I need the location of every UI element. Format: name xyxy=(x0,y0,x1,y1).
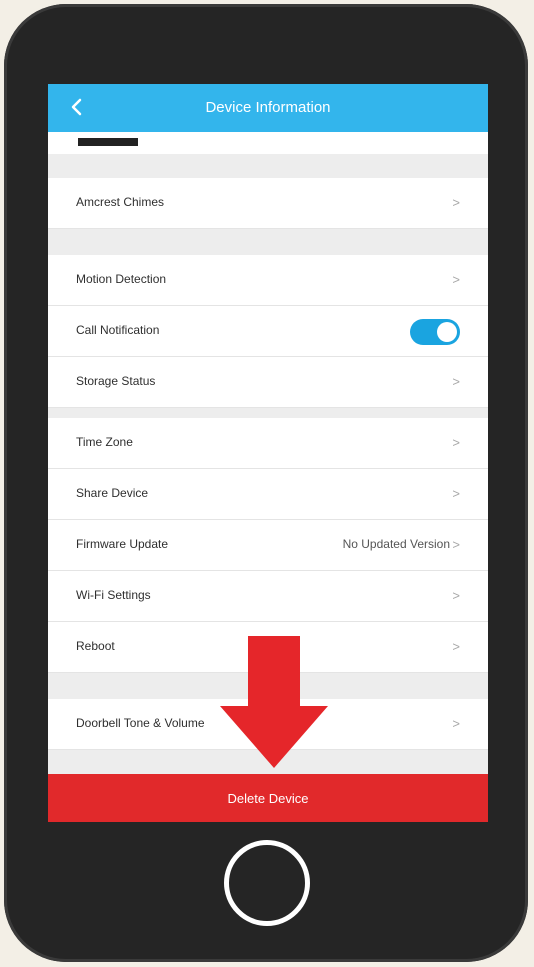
chevron-right-icon: > xyxy=(452,588,460,603)
toggle-knob xyxy=(437,322,457,342)
row-label: Storage Status xyxy=(76,374,156,388)
row-time-zone[interactable]: Time Zone > xyxy=(48,418,488,469)
chevron-right-icon: > xyxy=(452,272,460,287)
page-title: Device Information xyxy=(205,99,331,116)
top-bar: Device Information xyxy=(48,84,488,132)
row-label: Motion Detection xyxy=(76,272,167,286)
row-label: Doorbell Tone & Volume xyxy=(76,716,205,730)
chevron-right-icon: > xyxy=(452,716,460,731)
row-label: Time Zone xyxy=(76,435,133,449)
row-amcrest-chimes[interactable]: Amcrest Chimes > xyxy=(48,178,488,229)
chevron-right-icon: > xyxy=(452,435,460,450)
row-label: Wi-Fi Settings xyxy=(76,588,151,602)
delete-device-label: Delete Device xyxy=(227,791,309,806)
device-thumbnail xyxy=(78,138,138,146)
row-call-notification: Call Notification xyxy=(48,306,488,357)
down-arrow-icon xyxy=(220,636,328,768)
chevron-right-icon: > xyxy=(452,374,460,389)
chevron-right-icon: > xyxy=(452,537,460,552)
row-label: Share Device xyxy=(76,486,149,500)
chevron-right-icon: > xyxy=(452,486,460,501)
row-wifi-settings[interactable]: Wi-Fi Settings > xyxy=(48,571,488,622)
chevron-right-icon: > xyxy=(452,639,460,654)
firmware-status-value: No Updated Version xyxy=(342,537,450,551)
home-button[interactable] xyxy=(224,840,310,926)
row-label: Firmware Update xyxy=(76,537,169,551)
chevron-right-icon: > xyxy=(452,195,460,210)
row-label: Call Notification xyxy=(76,323,160,337)
device-thumbnail-row xyxy=(48,132,488,154)
row-motion-detection[interactable]: Motion Detection > xyxy=(48,255,488,306)
row-firmware-update[interactable]: Firmware Update No Updated Version > xyxy=(48,520,488,571)
section-gap xyxy=(48,154,488,178)
delete-device-button[interactable]: Delete Device xyxy=(48,774,488,822)
row-storage-status[interactable]: Storage Status > xyxy=(48,357,488,408)
section-gap xyxy=(48,229,488,255)
section-gap xyxy=(48,408,488,418)
row-share-device[interactable]: Share Device > xyxy=(48,469,488,520)
row-label: Reboot xyxy=(76,639,115,653)
row-label: Amcrest Chimes xyxy=(76,195,165,209)
call-notification-toggle[interactable] xyxy=(410,319,460,345)
